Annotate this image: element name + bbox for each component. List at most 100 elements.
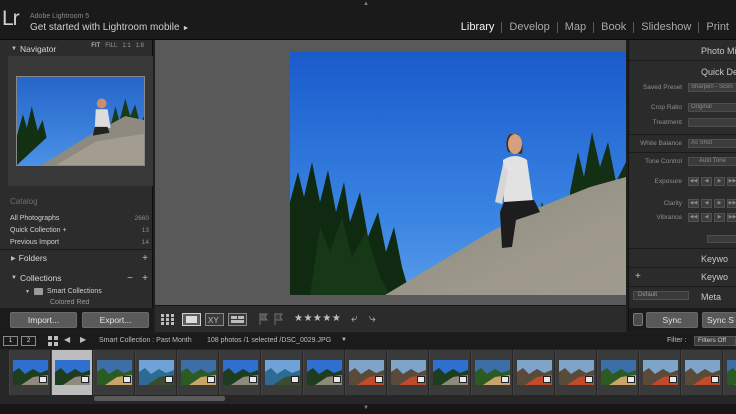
filmstrip-thumbnail[interactable] <box>303 350 344 395</box>
add-collection-icon[interactable]: + <box>142 273 148 284</box>
decrease-button[interactable]: ◀ <box>701 199 712 208</box>
filmstrip-thumbnail[interactable] <box>219 350 260 395</box>
zoom-fill[interactable]: FILL <box>105 43 117 49</box>
catalog-item-quick-collection[interactable]: Quick Collection + 13 <box>10 225 149 236</box>
zoom-fit[interactable]: FIT <box>91 43 100 49</box>
catalog-item-previous-import[interactable]: Previous Import 14 <box>10 237 149 248</box>
filmstrip-thumbnail[interactable] <box>429 350 470 395</box>
rotate-right-icon[interactable]: ⤷ <box>369 311 376 326</box>
filmstrip-thumbnail[interactable] <box>639 350 680 395</box>
survey-view-icon[interactable] <box>228 313 247 326</box>
filmstrip-thumbnail[interactable] <box>9 350 50 395</box>
filmstrip-thumbnail[interactable] <box>513 350 554 395</box>
reset-all-button[interactable] <box>707 235 736 243</box>
module-book[interactable]: Book <box>594 21 633 33</box>
white-balance-select[interactable]: As Shot <box>688 139 736 148</box>
increase-button[interactable]: ▶ <box>714 213 725 222</box>
main-window-button[interactable]: 1 <box>3 336 18 346</box>
catalog-item-all-photographs[interactable]: All Photographs 2660 <box>10 213 149 224</box>
increase-more-button[interactable]: ▶▶ <box>727 213 736 222</box>
import-button[interactable]: Import... <box>10 312 77 328</box>
saved-preset-label: Saved Preset <box>642 84 682 91</box>
catalog-header[interactable]: Catalog <box>10 197 153 207</box>
increase-button[interactable]: ▶ <box>714 177 725 186</box>
collapse-bottom-arrow-icon[interactable]: ▼ <box>363 405 369 411</box>
forward-arrow-icon[interactable]: ▶ <box>80 335 86 344</box>
zoom-1-1[interactable]: 1:1 <box>122 43 130 49</box>
smart-collections-item[interactable]: ▼ Smart Collections <box>25 288 102 295</box>
increase-more-button[interactable]: ▶▶ <box>727 177 736 186</box>
increase-button[interactable]: ▶ <box>714 199 725 208</box>
increase-more-button[interactable]: ▶▶ <box>727 199 736 208</box>
folders-header[interactable]: ▶ Folders + <box>0 251 153 265</box>
photo-count-filename[interactable]: 108 photos /1 selected /DSC_0029.JPG <box>207 337 331 344</box>
mobile-promo-link[interactable]: Get started with Lightroom mobile ► <box>30 22 189 33</box>
filmstrip-thumbnail[interactable] <box>261 350 302 395</box>
auto-tone-button[interactable]: Auto Tone <box>688 157 736 166</box>
histogram-header[interactable]: Photo Mi <box>629 44 736 58</box>
top-bar: ▲ Lr Adobe Lightroom 5 Get started with … <box>0 0 736 40</box>
filmstrip-scrollbar[interactable] <box>94 396 225 401</box>
navigator-preview[interactable] <box>8 56 153 186</box>
quick-develop-header[interactable]: Quick Dev <box>629 65 736 79</box>
main-photo[interactable] <box>290 52 626 295</box>
treatment-select[interactable] <box>688 118 736 127</box>
star-rating[interactable]: ★★★★★ <box>294 313 341 324</box>
add-folder-icon[interactable]: + <box>142 253 148 264</box>
module-library[interactable]: Library <box>454 21 502 33</box>
filmstrip-thumbnail[interactable] <box>723 350 736 395</box>
module-print[interactable]: Print <box>699 21 736 33</box>
back-arrow-icon[interactable]: ◀ <box>64 335 70 344</box>
module-develop[interactable]: Develop <box>502 21 556 33</box>
decrease-more-button[interactable]: ◀◀ <box>688 199 699 208</box>
saved-preset-select[interactable]: Sharpen - Scen <box>688 83 736 92</box>
white-balance-label: White Balance <box>640 140 682 147</box>
source-dropdown-icon[interactable]: ▼ <box>341 337 347 343</box>
rotate-left-icon[interactable]: ⤶ <box>351 311 358 326</box>
filmstrip-thumbnail[interactable] <box>135 350 176 395</box>
export-button[interactable]: Export... <box>82 312 149 328</box>
tone-control-label: Tone Control <box>645 158 682 165</box>
filmstrip-thumbnail[interactable] <box>177 350 218 395</box>
collapse-top-arrow-icon[interactable]: ▲ <box>363 1 369 7</box>
filmstrip-thumbnail[interactable] <box>681 350 722 395</box>
filmstrip-thumbnail[interactable] <box>597 350 638 395</box>
filter-select[interactable]: Filters Off <box>694 336 736 346</box>
filmstrip-bar: 1 2 ◀ ▶ Smart Collection : Past Month 10… <box>0 333 736 349</box>
navigator-title: Navigator <box>19 44 57 54</box>
compare-view-icon[interactable]: XY <box>205 313 224 326</box>
filmstrip-thumbnail[interactable] <box>93 350 134 395</box>
module-slideshow[interactable]: Slideshow <box>634 21 698 33</box>
sync-button[interactable]: Sync <box>646 312 698 328</box>
keyword-list-header[interactable]: Keywo <box>629 270 736 284</box>
crop-ratio-select[interactable]: Original <box>688 103 736 112</box>
filmstrip-thumbnail[interactable] <box>387 350 428 395</box>
auto-sync-switch[interactable] <box>633 313 643 326</box>
navigator-zoom-options: FIT FILL 1:1 1:8 <box>91 43 144 49</box>
filmstrip-thumbnail[interactable] <box>345 350 386 395</box>
right-panel: Photo Mi Quick Dev Saved Preset Sharpen … <box>628 40 736 332</box>
remove-collection-icon[interactable]: − <box>127 273 133 284</box>
module-map[interactable]: Map <box>558 21 593 33</box>
sync-settings-button[interactable]: Sync S <box>702 312 736 328</box>
filmstrip-thumbnail[interactable] <box>555 350 596 395</box>
keywording-header[interactable]: Keywo <box>629 252 736 266</box>
flag-icon[interactable] <box>259 313 269 325</box>
grid-view-icon[interactable] <box>161 314 175 325</box>
zoom-ratio[interactable]: 1:8 <box>136 43 144 49</box>
secondary-window-button[interactable]: 2 <box>21 336 36 346</box>
reject-flag-icon[interactable] <box>274 313 284 325</box>
grid-view-icon[interactable] <box>48 336 58 346</box>
collections-header[interactable]: ▼ Collections − + <box>0 271 153 285</box>
loupe-view-icon[interactable] <box>182 313 201 326</box>
decrease-button[interactable]: ◀ <box>701 213 712 222</box>
filmstrip-thumbnail[interactable] <box>51 350 92 395</box>
decrease-button[interactable]: ◀ <box>701 177 712 186</box>
filmstrip-source[interactable]: Smart Collection : Past Month <box>99 337 192 344</box>
catalog-item-count: 13 <box>141 227 149 234</box>
colored-red-item[interactable]: Colored Red <box>50 299 89 306</box>
decrease-more-button[interactable]: ◀◀ <box>688 213 699 222</box>
metadata-header[interactable]: Meta <box>629 290 736 304</box>
filmstrip-thumbnail[interactable] <box>471 350 512 395</box>
decrease-more-button[interactable]: ◀◀ <box>688 177 699 186</box>
